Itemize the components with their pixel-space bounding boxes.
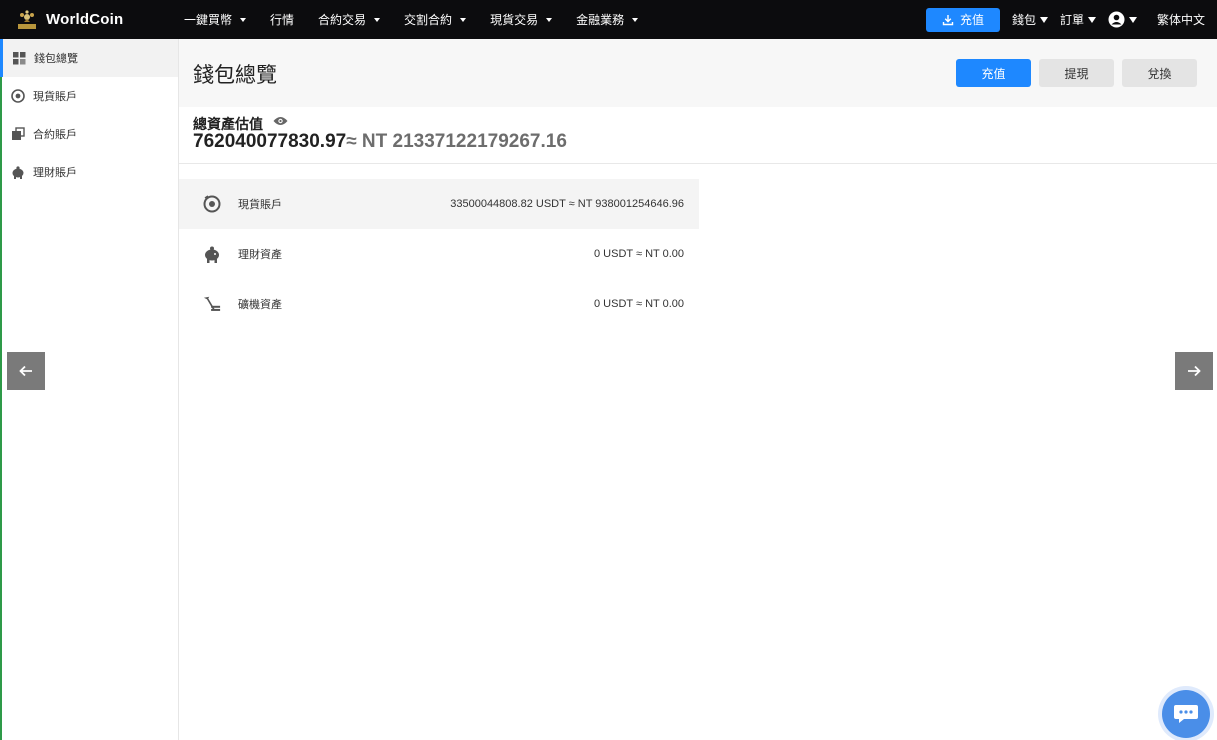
top-right-actions: 充值 錢包 訂單 繁体中文: [925, 0, 1217, 39]
top-deposit-button[interactable]: 充值: [925, 7, 1000, 32]
nav-spot-trading[interactable]: 現貨交易: [490, 11, 553, 28]
download-icon: [942, 14, 954, 25]
nav-delivery-contract[interactable]: 交割合約: [404, 11, 467, 28]
sidebar-item-label: 現貨賬戶: [33, 91, 77, 103]
sidebar-item-label: 合約賬戶: [33, 129, 77, 141]
list-item[interactable]: 理財資產 0 USDT ≈ NT 0.00: [179, 229, 699, 279]
account-value: 0 USDT ≈ NT 0.00: [594, 248, 684, 260]
sidebar-item-spot-account[interactable]: 現貨賬戶: [2, 77, 178, 115]
main-nav: 一鍵買幣 行情 合約交易 交割合約 現貨交易 金融業務: [184, 0, 662, 39]
nav-label: 現貨交易: [490, 13, 539, 27]
wallet-menu-label: 錢包: [1011, 13, 1036, 27]
language-selector[interactable]: 繁体中文: [1157, 11, 1205, 28]
carousel-next-button[interactable]: [1175, 352, 1213, 390]
caret-down-icon: [240, 17, 247, 22]
chat-support-button[interactable]: [1162, 690, 1210, 738]
nav-label: 行情: [270, 13, 295, 27]
top-deposit-label: 充值: [959, 13, 984, 27]
sidebar-item-contract-account[interactable]: 合約賬戶: [2, 115, 178, 153]
caret-down-icon: [1087, 16, 1096, 23]
caret-down-icon: [374, 17, 381, 22]
mining-icon: [203, 295, 221, 313]
brand-name: WorldCoin: [46, 11, 124, 28]
caret-down-icon: [460, 17, 467, 22]
sidebar-item-label: 錢包總覽: [34, 53, 78, 65]
account-list: 現貨賬戶 33500044808.82 USDT ≈ NT 9380012546…: [179, 179, 699, 329]
nav-market[interactable]: 行情: [270, 11, 294, 28]
nav-contract-trading[interactable]: 合約交易: [318, 11, 381, 28]
coin-icon: [11, 89, 25, 103]
sidebar-item-label: 理財賬戶: [33, 167, 77, 179]
sidebar-item-finance-account[interactable]: 理財賬戶: [2, 153, 178, 191]
coin-icon: [203, 195, 221, 213]
arrow-left-icon: [19, 365, 32, 377]
piggy-icon: [11, 165, 25, 179]
withdraw-button[interactable]: 提現: [1039, 59, 1114, 87]
contract-icon: [11, 127, 25, 141]
nav-label: 一鍵買幣: [184, 13, 233, 27]
caret-down-icon: [632, 17, 639, 22]
brand[interactable]: WorldCoin: [16, 9, 184, 31]
nav-quick-buy[interactable]: 一鍵買幣: [184, 11, 247, 28]
list-item[interactable]: 礦機資產 0 USDT ≈ NT 0.00: [179, 279, 699, 329]
nav-label: 金融業務: [576, 13, 625, 27]
sidebar-item-wallet-overview[interactable]: 錢包總覽: [0, 39, 178, 77]
page-header: 錢包總覽 充值 提現 兌換: [179, 39, 1217, 107]
list-item[interactable]: 現貨賬戶 33500044808.82 USDT ≈ NT 9380012546…: [179, 179, 699, 229]
user-menu[interactable]: [1108, 11, 1137, 28]
caret-down-icon: [546, 17, 553, 22]
eye-icon[interactable]: [273, 113, 288, 129]
exchange-button[interactable]: 兌換: [1122, 59, 1197, 87]
user-avatar-icon: [1108, 11, 1125, 28]
account-value: 0 USDT ≈ NT 0.00: [594, 298, 684, 310]
grid-icon: [12, 51, 26, 65]
arrow-right-icon: [1188, 365, 1201, 377]
total-asset-value: 762040077830.97≈ NT 21337122179267.16: [193, 131, 567, 153]
account-value: 33500044808.82 USDT ≈ NT 938001254646.96: [450, 198, 684, 210]
wallet-menu[interactable]: 錢包: [1012, 11, 1048, 28]
page-title: 錢包總覽: [193, 64, 277, 87]
nav-finance[interactable]: 金融業務: [576, 11, 639, 28]
caret-down-icon: [1039, 16, 1048, 23]
total-asset-nt: ≈ NT 21337122179267.16: [346, 131, 567, 152]
chat-icon: [1174, 705, 1198, 723]
total-asset-usdt: 762040077830.97: [193, 131, 347, 152]
asset-summary: 總資產估值 762040077830.97≈ NT 21337122179267…: [179, 107, 1217, 164]
top-navbar: WorldCoin 一鍵買幣 行情 合約交易 交割合約 現貨交易 金融業務 充值…: [0, 0, 1217, 39]
carousel-prev-button[interactable]: [7, 352, 45, 390]
orders-menu[interactable]: 訂單: [1060, 11, 1096, 28]
worldcoin-logo-icon: [16, 9, 38, 31]
nav-label: 交割合約: [404, 13, 453, 27]
deposit-button[interactable]: 充值: [956, 59, 1031, 87]
piggy-icon: [203, 245, 221, 263]
nav-label: 合約交易: [318, 13, 367, 27]
orders-menu-label: 訂單: [1059, 13, 1084, 27]
account-name: 理財資產: [238, 249, 282, 261]
account-name: 現貨賬戶: [238, 199, 282, 211]
caret-down-icon: [1128, 16, 1137, 23]
account-name: 礦機資產: [238, 299, 282, 311]
